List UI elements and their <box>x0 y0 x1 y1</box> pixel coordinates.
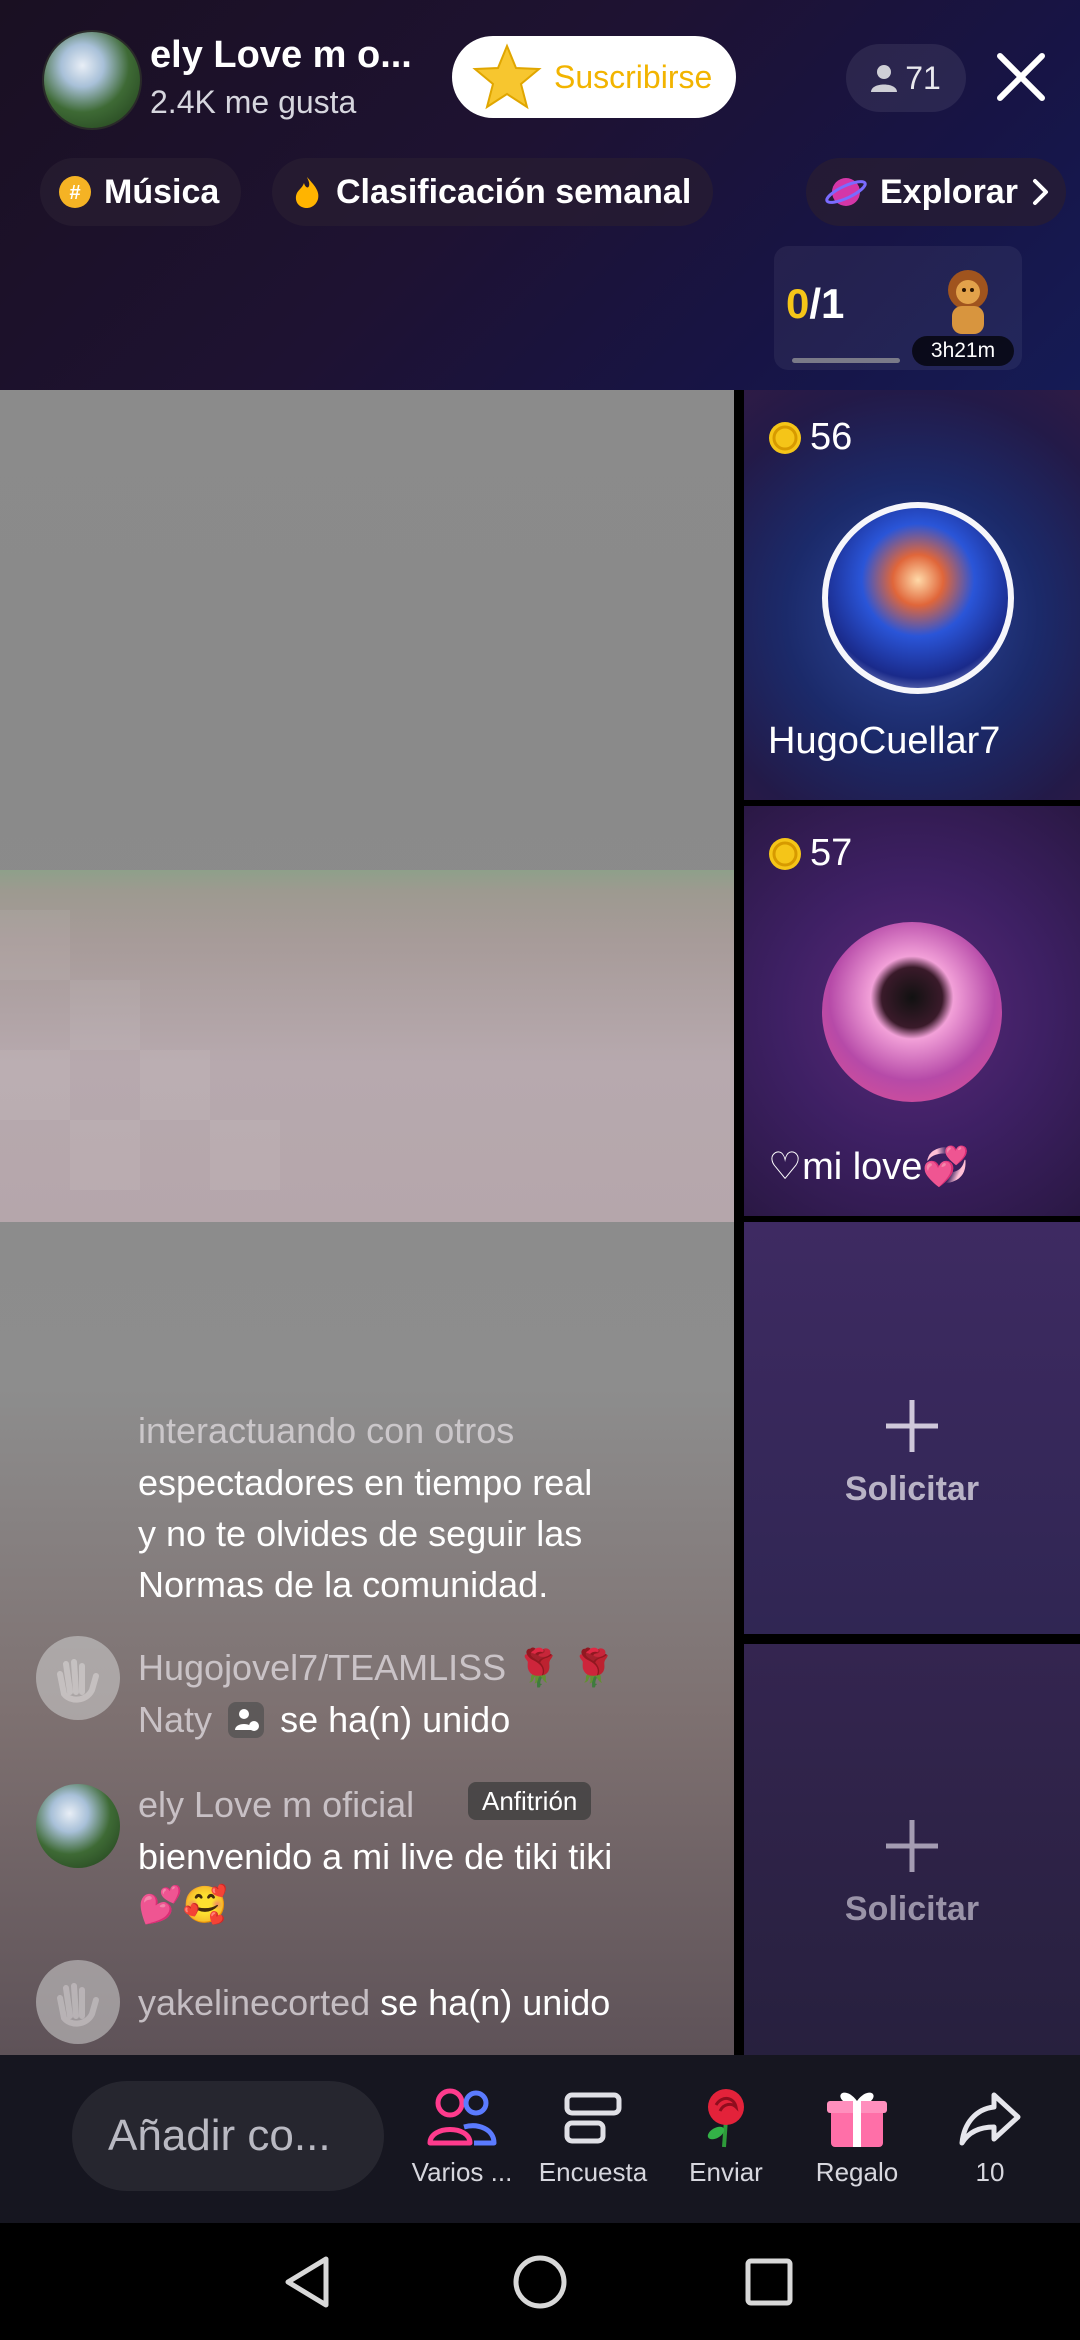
chat-host-avatar[interactable] <box>36 1784 120 1868</box>
guest-card-1[interactable]: 56 HugoCuellar7 <box>744 390 1080 800</box>
bottom-action-bar: Añadir co... Varios ... Encuesta Enviar <box>0 2055 1080 2223</box>
system-navigation-bar <box>0 2223 1080 2340</box>
guest-2-coins: 57 <box>810 832 853 874</box>
send-label: Enviar <box>689 2157 763 2187</box>
svg-text:#: # <box>69 182 80 204</box>
chat-notice-line: interactuando con otros <box>138 1410 515 1451</box>
multi-guest-label: Varios ... <box>411 2157 513 2187</box>
host-badge: Anfitrión <box>468 1782 592 1820</box>
chat-host-username[interactable]: ely Love m oficial <box>138 1780 414 1830</box>
friend-icon <box>228 1702 265 1738</box>
chat-join-message: Naty se ha(n) unido <box>138 1695 510 1745</box>
chat-join-user[interactable]: yakelinecorted <box>138 1982 370 2023</box>
wave-hand-icon <box>57 1659 99 1703</box>
share-arrow-icon <box>959 2092 1021 2146</box>
rose-icon <box>707 2089 744 2148</box>
chat-notice-line: y no te olvides de seguir las <box>138 1513 583 1554</box>
gift-icon <box>827 2092 887 2147</box>
request-slot-1[interactable]: Solicitar <box>744 1222 1080 1634</box>
chat-host-message-emoji: 💕🥰 <box>138 1884 228 1925</box>
match-score: 0/1 <box>786 280 845 327</box>
poll-label: Encuesta <box>538 2157 648 2187</box>
chat-join-text: se ha(n) unido <box>380 1982 611 2023</box>
chip-weekly-ranking[interactable]: Clasificación semanal <box>272 158 714 226</box>
home-icon[interactable] <box>505 2247 575 2317</box>
chip-explore[interactable]: Explorar <box>806 158 1066 226</box>
share-button[interactable]: 10 <box>930 2085 1050 2188</box>
wave-hand-icon <box>57 1983 99 2027</box>
subscribe-button[interactable]: Suscribirse <box>452 36 736 118</box>
chip-music[interactable]: # Música <box>40 158 242 226</box>
share-count: 10 <box>975 2157 1005 2187</box>
chat-notice-line: Normas de la comunidad. <box>138 1564 549 1605</box>
pixelated-video-region <box>0 870 734 1222</box>
chat-join-message: yakelinecorted se ha(n) unido <box>138 1978 610 2028</box>
chat-notice-line: espectadores en tiempo real <box>138 1462 593 1503</box>
guest-1-avatar[interactable] <box>822 502 1014 694</box>
chat-join-users[interactable]: Hugojovel7/TEAMLISS 🌹 🌹 <box>138 1643 616 1693</box>
poll-icon <box>564 2092 622 2144</box>
wave-avatar <box>36 1636 120 1720</box>
viewer-count-pill[interactable]: 71 <box>846 44 966 112</box>
chip-music-label: Música <box>104 172 220 211</box>
match-timer: 3h21m <box>912 336 1014 366</box>
chat-join-text: se ha(n) unido <box>280 1699 511 1740</box>
poll-button[interactable]: Encuesta <box>533 2085 653 2188</box>
gift-button[interactable]: Regalo <box>797 2085 917 2188</box>
viewer-count: 71 <box>905 59 941 96</box>
comment-input[interactable]: Añadir co... <box>72 2081 384 2191</box>
flame-icon <box>295 177 319 208</box>
hashtag-badge-icon: # <box>59 176 91 208</box>
plus-icon <box>886 1400 938 1452</box>
lion-icon <box>948 270 988 334</box>
guest-2-name: ♡mi love💞 <box>768 1146 970 1188</box>
request-slot-2[interactable]: Solicitar <box>744 1644 1080 2055</box>
chip-weekly-ranking-label: Clasificación semanal <box>336 172 692 211</box>
person-icon <box>871 65 898 92</box>
coin-icon <box>769 837 801 870</box>
gift-label: Regalo <box>815 2157 899 2187</box>
guest-2-avatar[interactable] <box>822 922 1002 1102</box>
chat-host-message: bienvenido a mi live de tiki tiki <box>138 1836 613 1877</box>
star-icon <box>472 43 542 110</box>
host-likes-count: 2.4K me gusta <box>150 84 357 120</box>
multi-guest-button[interactable]: Varios ... <box>402 2085 522 2188</box>
chevron-right-icon <box>1032 179 1048 205</box>
guest-1-name: HugoCuellar7 <box>768 720 1001 762</box>
close-icon[interactable] <box>990 46 1052 108</box>
multi-guest-icon <box>427 2088 497 2146</box>
guest-card-2[interactable]: 57 ♡mi love💞 <box>744 806 1080 1216</box>
recents-icon[interactable] <box>734 2247 804 2317</box>
chat-join-second-user[interactable]: Naty <box>138 1699 212 1740</box>
planet-icon <box>825 178 867 206</box>
coin-icon <box>769 421 801 454</box>
send-rose-button[interactable]: Enviar <box>666 2085 786 2188</box>
score-progress-bar <box>792 358 900 363</box>
plus-icon <box>886 1820 938 1872</box>
request-slot-1-label: Solicitar <box>844 1470 980 1508</box>
back-icon[interactable] <box>274 2247 344 2317</box>
host-avatar[interactable] <box>42 30 142 130</box>
request-slot-2-label: Solicitar <box>844 1890 980 1928</box>
guest-1-coins: 56 <box>810 416 853 458</box>
chip-explore-label: Explorar <box>880 172 1018 211</box>
wave-avatar <box>36 1960 120 2044</box>
subscribe-label: Suscribirse <box>554 58 713 95</box>
host-name[interactable]: ely Love m o... <box>150 34 412 77</box>
